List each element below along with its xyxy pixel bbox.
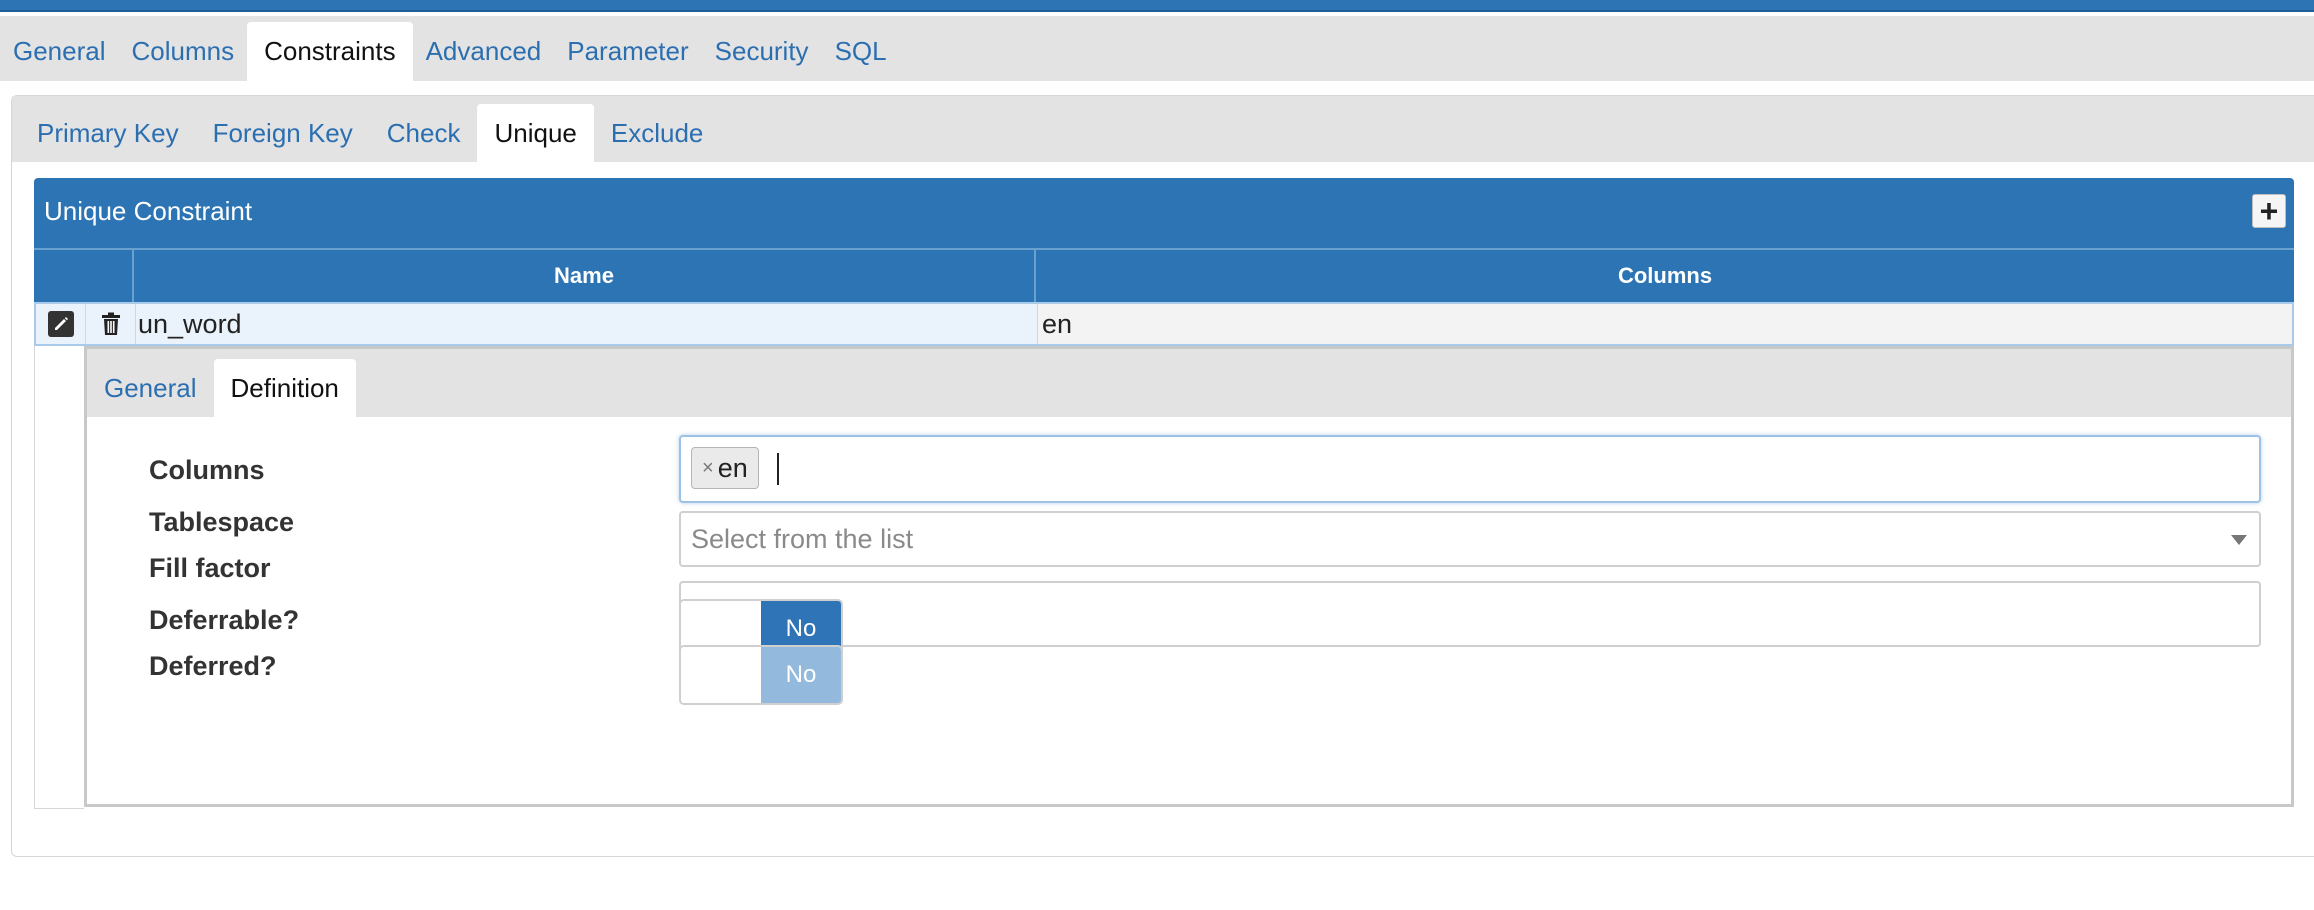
deferrable-label: Deferrable? <box>149 605 300 635</box>
columns-label: Columns <box>149 455 265 485</box>
tablespace-select[interactable]: Select from the list <box>679 511 2261 567</box>
plus-icon: + <box>2259 193 2279 229</box>
fill-factor-label: Fill factor <box>149 553 271 583</box>
tab-exclude[interactable]: Exclude <box>594 104 721 162</box>
edit-row-button[interactable] <box>36 304 86 344</box>
constraint-tabs: Primary Key Foreign Key Check Unique Exc… <box>12 96 2314 162</box>
tab-unique[interactable]: Unique <box>477 104 594 162</box>
column-tag-label: en <box>717 452 748 483</box>
top-bar <box>0 0 2314 12</box>
tab-constraints[interactable]: Constraints <box>247 22 413 81</box>
tab-columns[interactable]: Columns <box>119 22 248 81</box>
dropdown-arrow-icon[interactable] <box>2231 535 2247 545</box>
trash-icon <box>101 312 120 335</box>
tab-general[interactable]: General <box>0 22 119 81</box>
tablespace-label: Tablespace <box>149 507 295 537</box>
toggle-state-label: No <box>761 647 841 703</box>
table-row[interactable]: un_word en <box>34 302 2294 346</box>
add-row-button[interactable]: + <box>2252 194 2286 228</box>
tab-primary-key[interactable]: Primary Key <box>20 104 196 162</box>
text-caret <box>777 453 779 485</box>
tag-remove-icon[interactable]: × <box>702 457 714 480</box>
tab-advanced[interactable]: Advanced <box>413 22 555 81</box>
grid-title: Unique Constraint <box>44 196 253 226</box>
row-columns-cell[interactable]: en <box>1038 304 2292 344</box>
detail-tab-definition[interactable]: Definition <box>213 359 356 417</box>
tablespace-placeholder: Select from the list <box>691 524 914 554</box>
column-tag: × en <box>691 447 759 489</box>
unique-constraint-header: Unique Constraint + <box>34 178 2294 248</box>
detail-tabs: General Definition <box>87 349 2291 417</box>
deferred-label: Deferred? <box>149 651 277 681</box>
deferred-toggle[interactable]: No <box>679 645 843 705</box>
toggle-off-handle <box>681 647 761 703</box>
fill-factor-input[interactable] <box>679 581 2261 647</box>
tab-sql[interactable]: SQL <box>822 22 900 81</box>
tab-parameter[interactable]: Parameter <box>554 22 701 81</box>
column-header-columns[interactable]: Columns <box>1036 248 2294 302</box>
tab-foreign-key[interactable]: Foreign Key <box>196 104 370 162</box>
column-header-actions <box>34 248 134 302</box>
tab-security[interactable]: Security <box>702 22 822 81</box>
tab-check[interactable]: Check <box>370 104 478 162</box>
delete-row-button[interactable] <box>86 304 136 344</box>
columns-select[interactable]: × en <box>679 435 2261 503</box>
row-name-cell[interactable]: un_word <box>136 304 1038 344</box>
main-tabs: General Columns Constraints Advanced Par… <box>0 16 2314 81</box>
column-header-name[interactable]: Name <box>134 248 1036 302</box>
detail-gutter <box>34 346 84 809</box>
edit-icon <box>47 311 74 337</box>
detail-tab-general[interactable]: General <box>87 359 214 417</box>
row-detail-panel: General Definition Columns × en Tablespa… <box>84 346 2294 807</box>
